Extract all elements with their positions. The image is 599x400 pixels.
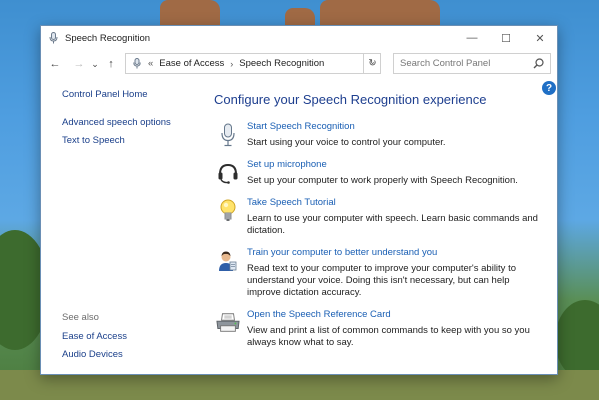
item-description: View and print a list of common commands… <box>247 325 530 348</box>
navigation-bar: ← → ⌄ ↑ « Ease of Access › Speech Recogn… <box>41 53 557 75</box>
background-rock <box>160 0 220 25</box>
task-item: Take Speech Tutorial Learn to use your c… <box>214 197 544 247</box>
task-item: Start Speech Recognition Start using you… <box>214 121 544 159</box>
window-title: Speech Recognition <box>65 32 151 44</box>
breadcrumb-speech-recognition[interactable]: Speech Recognition <box>239 58 324 69</box>
window-controls: — ☐ ✕ <box>455 26 557 50</box>
see-also-heading: See also <box>62 312 99 323</box>
page-title: Configure your Speech Recognition experi… <box>214 92 487 107</box>
background-rock <box>320 0 440 25</box>
microphone-icon <box>216 123 240 147</box>
search-box[interactable]: Search Control Panel <box>393 53 551 74</box>
sidebar-item-advanced-speech-options[interactable]: Advanced speech options <box>62 117 212 129</box>
title-bar: Speech Recognition — ☐ ✕ <box>41 26 557 50</box>
help-icon[interactable]: ? <box>542 81 556 95</box>
background-rock <box>285 8 315 25</box>
maximize-button[interactable]: ☐ <box>489 26 523 50</box>
task-item: Set up microphone Set up your computer t… <box>214 159 544 197</box>
sidebar-item-control-panel-home[interactable]: Control Panel Home <box>62 89 212 101</box>
breadcrumb-separator-icon[interactable]: › <box>230 59 233 69</box>
see-also-audio-devices[interactable]: Audio Devices <box>62 349 127 361</box>
speech-recognition-icon <box>132 58 142 69</box>
start-speech-recognition-link[interactable]: Start Speech Recognition <box>247 121 544 133</box>
train-computer-link[interactable]: Train your computer to better understand… <box>247 247 544 259</box>
task-item: Open the Speech Reference Card View and … <box>214 309 544 349</box>
item-description: Set up your computer to work properly wi… <box>247 175 518 186</box>
minimize-button[interactable]: — <box>455 26 489 50</box>
up-arrow-icon[interactable]: ↑ <box>101 54 121 74</box>
item-description: Read text to your computer to improve yo… <box>247 263 516 298</box>
lightbulb-icon <box>216 199 240 223</box>
search-input[interactable]: Search Control Panel <box>400 58 490 69</box>
breadcrumb-ease-of-access[interactable]: Ease of Access <box>159 58 224 69</box>
close-button[interactable]: ✕ <box>523 26 557 50</box>
set-up-microphone-link[interactable]: Set up microphone <box>247 159 544 171</box>
user-train-icon <box>216 249 240 273</box>
item-description: Learn to use your computer with speech. … <box>247 213 538 236</box>
open-speech-reference-card-link[interactable]: Open the Speech Reference Card <box>247 309 544 321</box>
headset-icon <box>216 161 240 185</box>
address-overflow-icon[interactable]: « <box>148 58 153 69</box>
refresh-icon[interactable]: ↻ <box>363 53 381 74</box>
speech-recognition-icon <box>47 32 59 44</box>
see-also-ease-of-access[interactable]: Ease of Access <box>62 331 127 343</box>
back-arrow-icon[interactable]: ← <box>45 54 65 74</box>
address-bar[interactable]: « Ease of Access › Speech Recognition ⌄ <box>125 53 381 74</box>
sidebar-item-text-to-speech[interactable]: Text to Speech <box>62 135 212 147</box>
item-description: Start using your voice to control your c… <box>247 137 446 148</box>
main-content: Configure your Speech Recognition experi… <box>214 92 544 349</box>
see-also-links: Ease of Access Audio Devices <box>62 331 127 367</box>
control-panel-window: Speech Recognition — ☐ ✕ ← → ⌄ ↑ « Ease … <box>40 25 558 375</box>
forward-arrow-icon[interactable]: → <box>69 54 89 74</box>
recent-locations-chevron-icon[interactable]: ⌄ <box>89 54 101 74</box>
sidebar: Control Panel Home Advanced speech optio… <box>62 89 212 147</box>
task-item: Train your computer to better understand… <box>214 247 544 309</box>
background-tree <box>555 300 599 380</box>
take-speech-tutorial-link[interactable]: Take Speech Tutorial <box>247 197 544 209</box>
printer-icon <box>216 311 240 335</box>
search-icon[interactable] <box>533 58 544 72</box>
